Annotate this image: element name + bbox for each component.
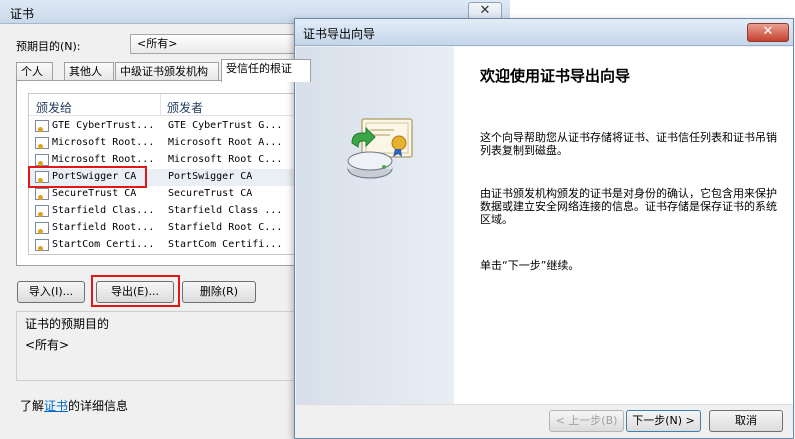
cell-issued-by: Starfield Root C... bbox=[168, 222, 283, 233]
certificate-icon bbox=[35, 222, 49, 234]
tab-intermediate-ca[interactable]: 中级证书颁发机构 bbox=[115, 62, 219, 81]
cell-issued-to: StartCom Certi... bbox=[52, 239, 155, 250]
wizard-close-button[interactable]: ✕ bbox=[747, 23, 789, 42]
wizard-continue-text: 单击“下一步”继续。 bbox=[480, 259, 580, 272]
learn-more-suffix: 的详细信息 bbox=[68, 399, 129, 413]
cell-issued-by: StartCom Certifi... bbox=[168, 239, 283, 250]
window-title: 证书 bbox=[10, 7, 35, 21]
tab-personal[interactable]: 个人 bbox=[16, 62, 53, 81]
cell-issued-to: SecureTrust CA bbox=[52, 188, 137, 199]
wizard-heading: 欢迎使用证书导出向导 bbox=[480, 67, 631, 85]
cell-issued-by: PortSwigger CA bbox=[168, 171, 253, 182]
tab-label: 其他人 bbox=[69, 65, 102, 78]
column-issued-by[interactable]: 颁发者 bbox=[167, 99, 203, 116]
intended-purposes-value: <所有> bbox=[25, 338, 70, 352]
wizard-description-text: 由证书颁发机构颁发的证书是对身份的确认，它包含用来保护数据或建立安全网络连接的信… bbox=[480, 187, 777, 226]
purpose-label: 预期目的(N): bbox=[16, 40, 81, 53]
highlight-export-button bbox=[91, 275, 180, 307]
highlight-selected-row bbox=[28, 166, 147, 188]
wizard-intro-text: 这个向导帮助您从证书存储将证书、证书信任列表和证书吊销列表复制到磁盘。 bbox=[480, 131, 777, 157]
certificate-icon bbox=[35, 188, 49, 200]
certificate-icon bbox=[35, 205, 49, 217]
certificate-icon bbox=[35, 239, 49, 251]
import-button[interactable]: 导入(I)... bbox=[17, 281, 85, 303]
learn-more-prefix: 了解 bbox=[20, 399, 45, 413]
wizard-footer: < 上一步(B) 下一步(N) > 取消 bbox=[295, 404, 793, 438]
cell-issued-to: Starfield Clas... bbox=[52, 205, 155, 216]
wizard-title: 证书导出向导 bbox=[303, 27, 376, 41]
purpose-dropdown-value: <所有> bbox=[137, 37, 178, 50]
tab-other-people[interactable]: 其他人 bbox=[64, 62, 114, 81]
certificate-export-icon bbox=[347, 118, 413, 179]
column-separator bbox=[160, 94, 161, 116]
column-issued-to[interactable]: 颁发给 bbox=[36, 99, 72, 116]
cell-issued-to: GTE CyberTrust... bbox=[52, 120, 155, 131]
close-icon: ✕ bbox=[479, 3, 491, 18]
learn-more-text: 了解证书的详细信息 bbox=[20, 397, 128, 414]
learn-more-link[interactable]: 证书 bbox=[44, 399, 68, 413]
wizard-side-panel bbox=[296, 47, 454, 404]
remove-button[interactable]: 删除(R) bbox=[182, 281, 256, 303]
tab-label: 受信任的根证 bbox=[226, 62, 292, 75]
next-button[interactable]: 下一步(N) > bbox=[626, 410, 701, 432]
cell-issued-by: Microsoft Root C... bbox=[168, 154, 283, 165]
tab-label: 个人 bbox=[21, 65, 43, 78]
cancel-button[interactable]: 取消 bbox=[709, 410, 783, 432]
cell-issued-by: Starfield Class ... bbox=[168, 205, 283, 216]
cell-issued-to: Starfield Root... bbox=[52, 222, 155, 233]
cell-issued-to: Microsoft Root... bbox=[52, 137, 155, 148]
back-button[interactable]: < 上一步(B) bbox=[549, 410, 624, 432]
cell-issued-by: GTE CyberTrust G... bbox=[168, 120, 283, 131]
cell-issued-by: Microsoft Root A... bbox=[168, 137, 283, 148]
certificate-icon bbox=[35, 154, 49, 166]
close-icon: ✕ bbox=[762, 24, 774, 39]
cell-issued-by: SecureTrust CA bbox=[168, 188, 253, 199]
cell-issued-to: Microsoft Root... bbox=[52, 154, 155, 165]
certificate-icon bbox=[35, 137, 49, 149]
certificate-icon bbox=[35, 120, 49, 132]
tab-label: 中级证书颁发机构 bbox=[120, 65, 208, 78]
tab-trusted-root[interactable]: 受信任的根证 bbox=[221, 59, 311, 82]
intended-purposes-label: 证书的预期目的 bbox=[25, 317, 110, 331]
wizard-content: 欢迎使用证书导出向导 这个向导帮助您从证书存储将证书、证书信任列表和证书吊销列表… bbox=[454, 47, 793, 404]
wizard-titlebar: 证书导出向导 ✕ bbox=[295, 19, 793, 46]
certificate-export-wizard: 证书导出向导 ✕ 欢迎使用证书导出向导 这个向导帮助您从证书存储将证书、证书信任… bbox=[294, 18, 794, 439]
